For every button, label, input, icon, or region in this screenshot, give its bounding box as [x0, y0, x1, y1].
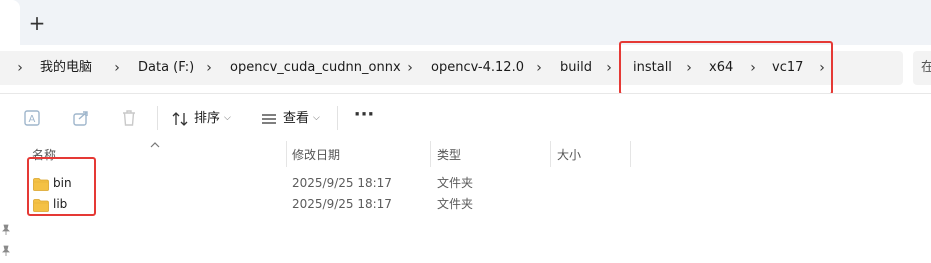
file-date-modified: 2025/9/25 18:17: [292, 176, 392, 190]
view-icon: [259, 104, 279, 132]
new-tab-button[interactable]: +: [26, 12, 48, 34]
column-divider[interactable]: [286, 141, 287, 167]
sort-label: 排序: [194, 110, 221, 126]
delete-icon[interactable]: [119, 108, 139, 128]
column-header-size[interactable]: 大小: [557, 145, 581, 165]
pin-icon[interactable]: [1, 224, 11, 236]
toolbar-divider: [157, 106, 158, 130]
breadcrumb-chevron[interactable]: ›: [111, 51, 123, 85]
svg-text:A: A: [29, 114, 36, 125]
breadcrumb-highlight-annotation: [619, 41, 833, 95]
breadcrumb-chevron[interactable]: ›: [603, 51, 615, 85]
breadcrumb-item-opencv-version[interactable]: opencv-4.12.0: [431, 51, 524, 85]
column-header-type[interactable]: 类型: [437, 145, 461, 165]
chevron-down-icon: ⌵: [313, 113, 320, 123]
rename-icon[interactable]: A: [22, 108, 42, 128]
view-button[interactable]: 查看 ⌵: [259, 104, 320, 132]
file-date-modified: 2025/9/25 18:17: [292, 197, 392, 211]
breadcrumb-item-opencv-cuda[interactable]: opencv_cuda_cudnn_onnx: [230, 51, 401, 85]
more-options-button[interactable]: ···: [352, 104, 376, 132]
breadcrumb-chevron[interactable]: ›: [203, 51, 215, 85]
file-type: 文件夹: [437, 176, 474, 190]
sort-button[interactable]: 排序 ⌵: [170, 104, 231, 132]
files-highlight-annotation: [27, 157, 96, 216]
command-bar: A 排序 ⌵ 查看 ⌵ ···: [0, 93, 931, 142]
breadcrumb-item-drive[interactable]: Data (F:): [138, 51, 194, 85]
view-label: 查看: [283, 110, 310, 126]
file-row-lib[interactable]: lib 2025/9/25 18:17 文件夹: [0, 194, 931, 215]
breadcrumb-chevron[interactable]: ›: [533, 51, 545, 85]
file-type: 文件夹: [437, 197, 474, 211]
search-input[interactable]: 在: [913, 51, 931, 85]
toolbar-divider: [337, 106, 338, 130]
pin-icon[interactable]: [1, 245, 11, 257]
active-tab[interactable]: [0, 0, 20, 45]
column-divider[interactable]: [630, 141, 631, 167]
sort-icon: [170, 104, 190, 132]
share-icon[interactable]: [71, 108, 91, 128]
chevron-down-icon: ⌵: [224, 113, 231, 123]
column-divider[interactable]: [550, 141, 551, 167]
breadcrumb-chevron[interactable]: ›: [404, 51, 416, 85]
sort-ascending-icon: [150, 141, 160, 149]
column-header-row: 名称 修改日期 类型 大小: [0, 141, 931, 167]
tab-bar: +: [0, 0, 931, 45]
breadcrumb-item-this-pc[interactable]: 我的电脑: [40, 51, 92, 85]
column-divider[interactable]: [430, 141, 431, 167]
column-header-date-modified[interactable]: 修改日期: [292, 145, 340, 165]
file-row-bin[interactable]: bin 2025/9/25 18:17 文件夹: [0, 173, 931, 194]
breadcrumb-root-chevron[interactable]: ›: [14, 51, 26, 85]
breadcrumb-item-build[interactable]: build: [560, 51, 592, 85]
